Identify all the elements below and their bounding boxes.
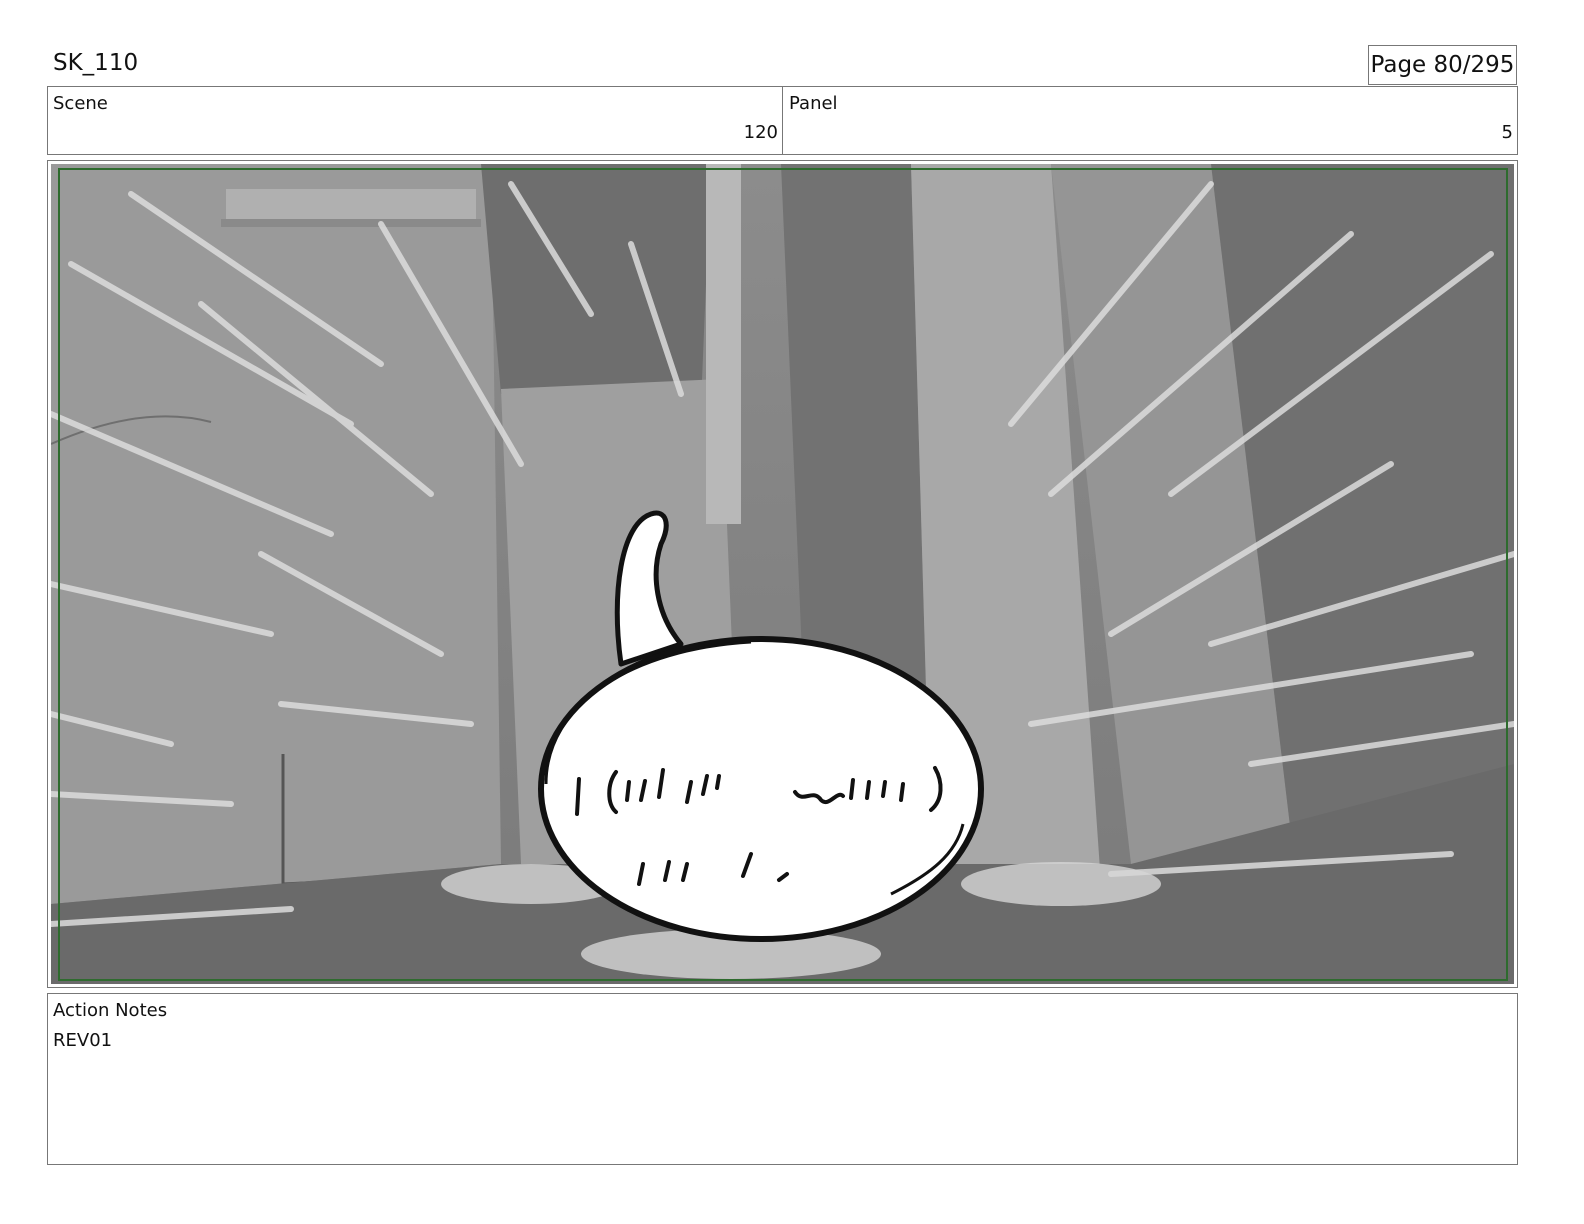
- action-notes-label: Action Notes: [53, 1000, 168, 1021]
- page-indicator: Page 80/295: [1368, 45, 1517, 85]
- scene-label: Scene: [53, 93, 108, 114]
- storyboard-panel-image: [51, 164, 1514, 984]
- scene-value: 120: [743, 122, 778, 143]
- document-title: SK_110: [53, 50, 139, 76]
- panel-value: 5: [1501, 122, 1513, 143]
- page-number: Page 80/295: [1370, 52, 1515, 78]
- action-notes-text: REV01: [53, 1030, 113, 1051]
- header-divider: [782, 87, 783, 154]
- panel-label: Panel: [789, 93, 838, 114]
- action-notes-box: [47, 993, 1518, 1165]
